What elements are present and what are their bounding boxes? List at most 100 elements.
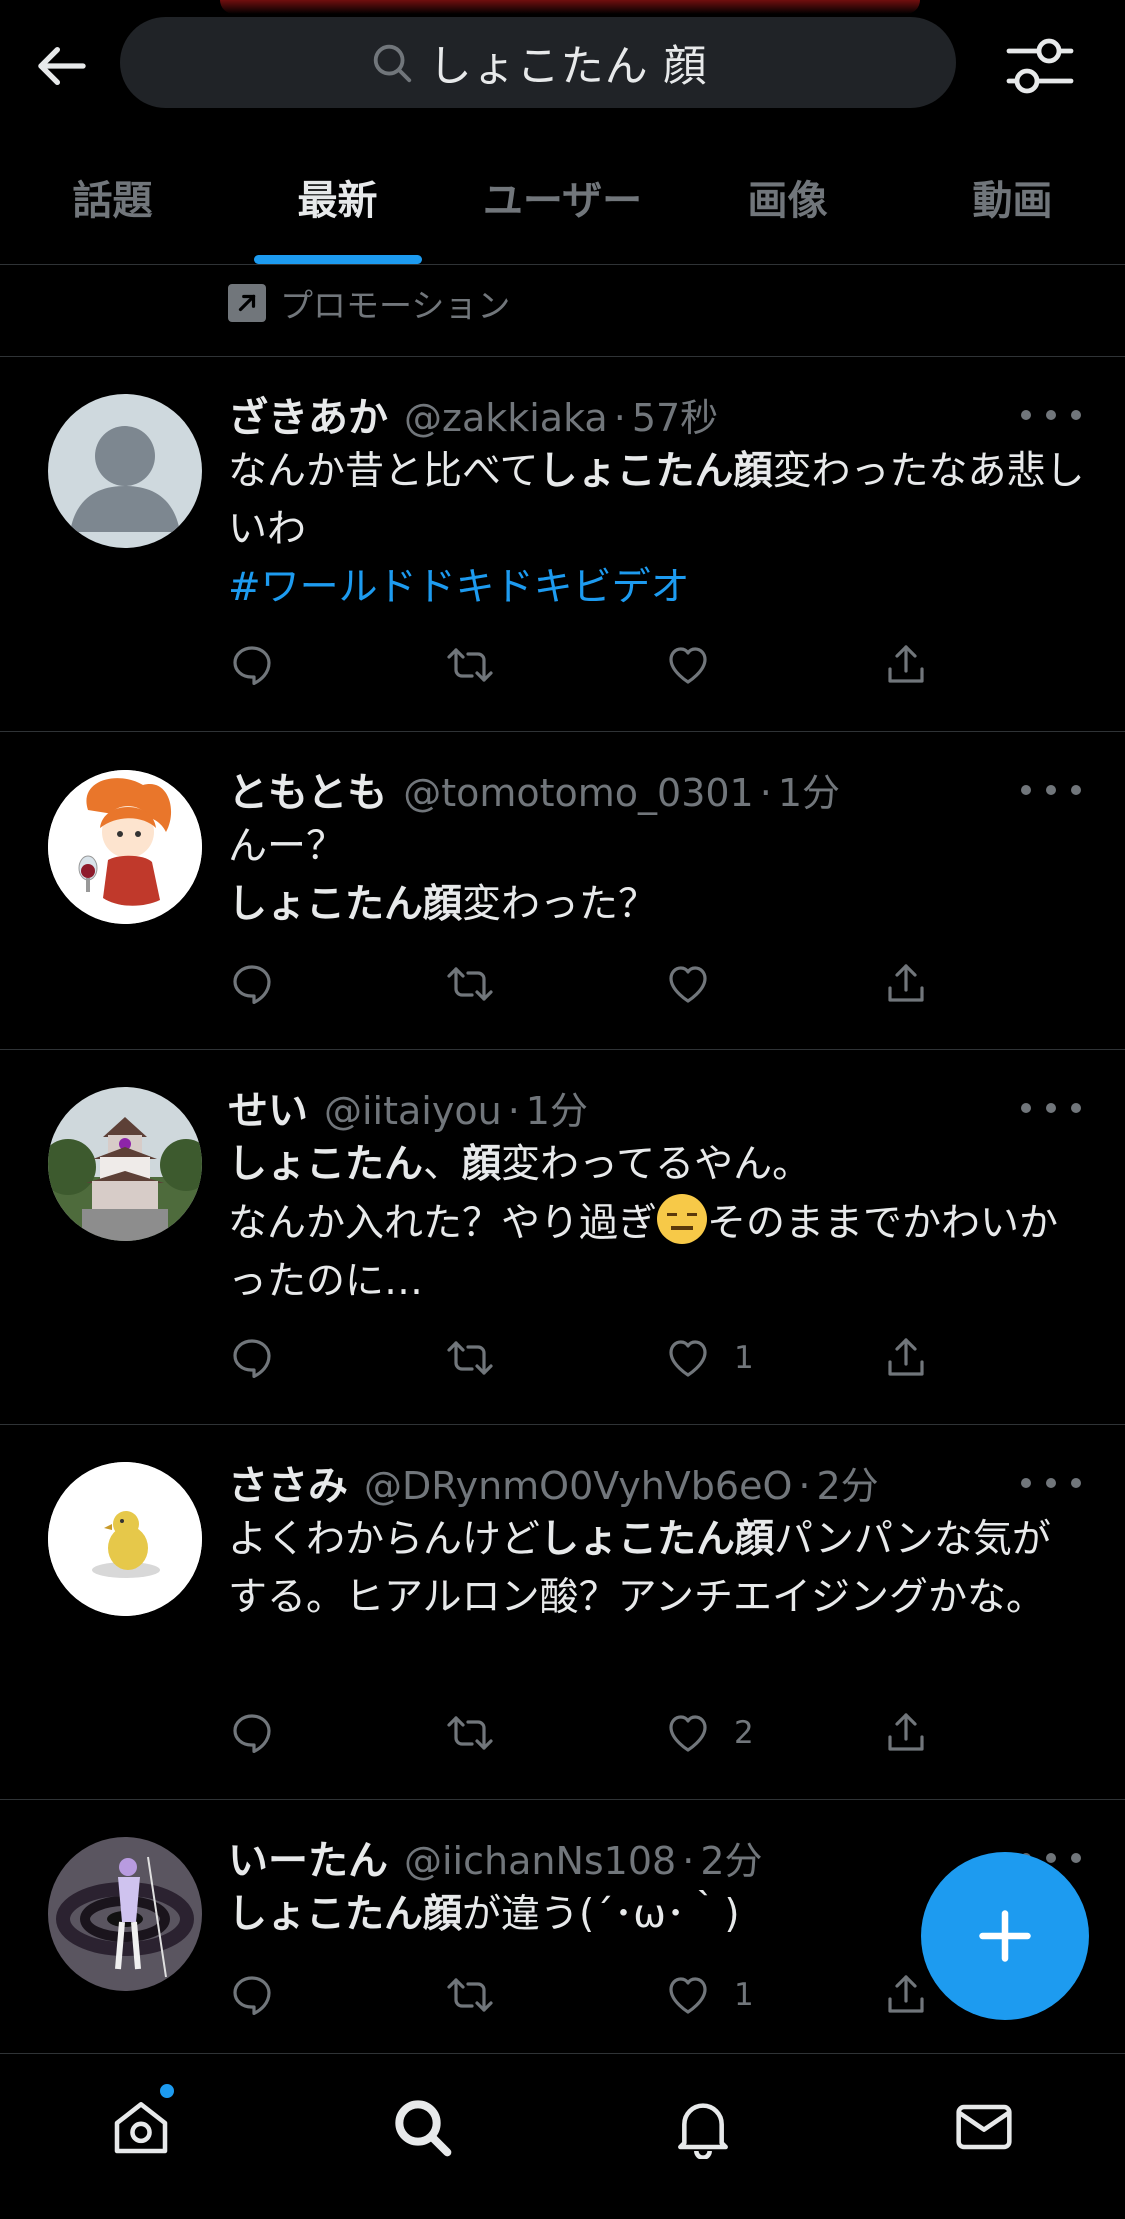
share-button[interactable]: [882, 635, 948, 695]
retweet-button[interactable]: [446, 954, 664, 1014]
tweet-author-handle[interactable]: @iichanNs108: [404, 1839, 676, 1883]
tab-people[interactable]: ユーザー: [450, 130, 675, 264]
hashtag-link[interactable]: #ワールドドキドキビデオ: [228, 559, 1085, 617]
like-button[interactable]: 1: [664, 1328, 882, 1388]
plus-icon: [979, 1910, 1031, 1962]
bottom-navigation: [0, 2053, 1125, 2219]
more-options-icon[interactable]: [1021, 770, 1081, 810]
tweet[interactable]: ともとも @tomotomo_0301 · 1分 んー？ しょこたん顔変わった？: [0, 732, 1125, 1050]
share-icon: [888, 645, 924, 683]
reply-icon: [233, 1714, 271, 1753]
reply-button[interactable]: [228, 1965, 446, 2025]
tweet-actions: [228, 954, 948, 1014]
active-tab-indicator: [253, 255, 422, 264]
share-button[interactable]: [882, 1328, 948, 1388]
separator: ·: [798, 1464, 811, 1508]
retweet-icon: [447, 1341, 493, 1375]
more-options-icon[interactable]: [1021, 1088, 1081, 1128]
anime-avatar-icon: [48, 770, 202, 924]
reply-button[interactable]: [228, 954, 446, 1014]
tweet-author-name[interactable]: ともとも: [228, 760, 387, 818]
like-button[interactable]: 1: [664, 1965, 882, 2025]
promoted-icon: [228, 284, 266, 322]
tweet-author-handle[interactable]: @zakkiaka: [404, 396, 608, 440]
share-button[interactable]: [882, 1703, 948, 1763]
tab-label: 最新: [297, 178, 378, 224]
compose-tweet-button[interactable]: [921, 1852, 1089, 2020]
avatar[interactable]: [48, 1837, 202, 1991]
tweet[interactable]: ささみ @DRynmO0VyhVb6eO · 2分 よくわからんけどしょこたん顔…: [0, 1425, 1125, 1800]
tab-top[interactable]: 話題: [0, 130, 225, 264]
avatar[interactable]: [48, 770, 202, 924]
reply-icon: [233, 1976, 271, 2015]
reply-icon: [233, 646, 271, 685]
retweet-button[interactable]: [446, 1328, 664, 1388]
like-button[interactable]: [664, 954, 882, 1014]
reply-icon: [233, 965, 271, 1004]
reply-button[interactable]: [228, 1328, 446, 1388]
header: しょこたん 顔 話題 最新 ユーザー 画像 動画: [0, 0, 1125, 265]
tab-videos[interactable]: 動画: [900, 130, 1125, 264]
divider: [0, 264, 1125, 265]
separator: ·: [507, 1089, 520, 1133]
retweet-button[interactable]: [446, 635, 664, 695]
reply-button[interactable]: [228, 635, 446, 695]
tweet-author-name[interactable]: せい: [228, 1078, 308, 1136]
bell-icon: [678, 2103, 729, 2159]
tab-label: ユーザー: [482, 178, 643, 224]
search-input[interactable]: しょこたん 顔: [120, 17, 956, 108]
expressionless-face-emoji: [657, 1194, 708, 1244]
retweet-icon: [447, 1978, 493, 2012]
promoted-text: プロモーション: [280, 286, 511, 325]
tab-latest[interactable]: 最新: [225, 130, 450, 264]
more-options-icon[interactable]: [1021, 1463, 1081, 1503]
nav-notifications[interactable]: [563, 2054, 844, 2200]
share-icon: [888, 964, 924, 1002]
search-filter-button[interactable]: [1000, 30, 1080, 102]
like-button[interactable]: [664, 635, 882, 695]
promoted-label: プロモーション: [228, 282, 511, 325]
like-count: 1: [734, 1977, 754, 2013]
arrow-left-icon: [38, 46, 86, 86]
tweet-time[interactable]: 57秒: [632, 387, 718, 442]
share-icon: [888, 1975, 924, 2013]
nav-explore[interactable]: [281, 2054, 562, 2200]
tweet-author-handle[interactable]: @tomotomo_0301: [403, 771, 754, 815]
home-icon: [114, 2102, 167, 2154]
tab-label: 動画: [972, 178, 1053, 224]
default-avatar-icon: [70, 426, 180, 532]
avatar[interactable]: [48, 1087, 202, 1241]
tweet[interactable]: ざきあか @zakkiaka · 57秒 なんか昔と比べてしょこたん顔変わったな…: [0, 357, 1125, 732]
tweet-time[interactable]: 2分: [816, 1455, 878, 1510]
tab-photos[interactable]: 画像: [675, 130, 900, 264]
heart-icon: [669, 966, 707, 1003]
tweet-author-name[interactable]: いーたん: [228, 1828, 388, 1886]
back-button[interactable]: [28, 32, 96, 100]
nav-messages[interactable]: [844, 2054, 1125, 2200]
tweet-actions: 1: [228, 1965, 948, 2025]
share-icon: [888, 1338, 924, 1376]
unread-dot: [158, 2082, 176, 2100]
nav-home[interactable]: [0, 2054, 281, 2200]
like-count: 2: [734, 1715, 754, 1751]
tweet-author-handle[interactable]: @iitaiyou: [324, 1089, 502, 1133]
status-glow: [220, 0, 920, 14]
avatar[interactable]: [48, 1462, 202, 1616]
tweet-time[interactable]: 1分: [778, 762, 840, 817]
tweet-time[interactable]: 2分: [700, 1830, 762, 1885]
heart-icon: [669, 647, 707, 684]
share-button[interactable]: [882, 954, 948, 1014]
tweet-author-name[interactable]: ささみ: [228, 1453, 348, 1511]
like-button[interactable]: 2: [664, 1703, 882, 1763]
retweet-button[interactable]: [446, 1965, 664, 2025]
avatar[interactable]: [48, 394, 202, 548]
tweet-author-handle[interactable]: @DRynmO0VyhVb6eO: [364, 1464, 792, 1508]
reply-button[interactable]: [228, 1703, 446, 1763]
more-options-icon[interactable]: [1021, 395, 1081, 435]
sliders-icon: [1006, 38, 1074, 94]
tweet-author-name[interactable]: ざきあか: [228, 385, 388, 443]
search-icon: [369, 40, 415, 86]
retweet-button[interactable]: [446, 1703, 664, 1763]
tweet[interactable]: せい @iitaiyou · 1分 しょこたん、顔変わってるやん。 なんか入れた？…: [0, 1050, 1125, 1425]
tweet-time[interactable]: 1分: [526, 1080, 588, 1135]
